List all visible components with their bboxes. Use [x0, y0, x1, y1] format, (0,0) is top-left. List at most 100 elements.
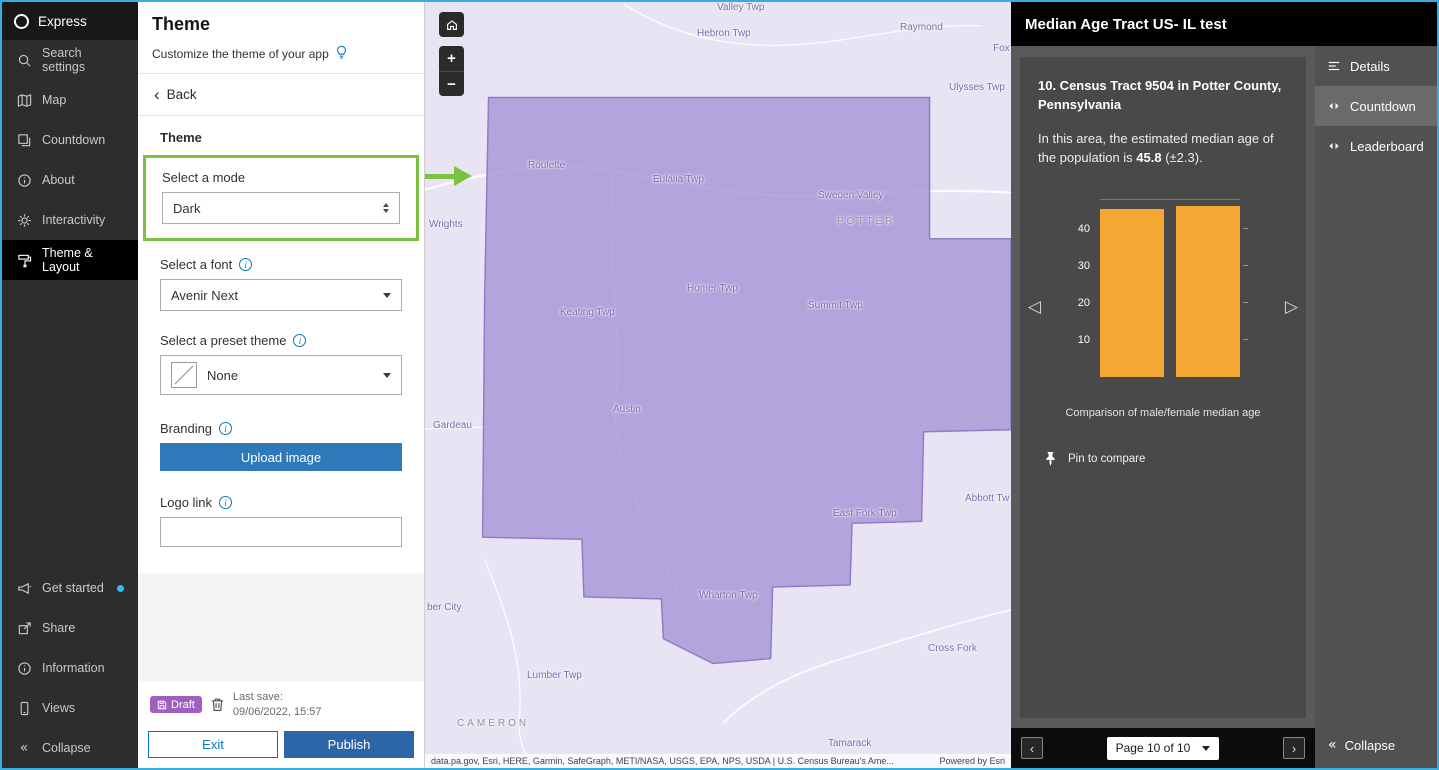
tab-leaderboard[interactable]: Leaderboard — [1315, 126, 1437, 166]
mode-select[interactable]: Dark — [162, 192, 400, 224]
settings-header: Theme Customize the theme of your app — [138, 2, 424, 74]
annotation-arrow-head — [454, 166, 472, 186]
app-title-bar: Median Age Tract US- IL test — [1011, 2, 1437, 46]
sidebar-item-label: Map — [42, 93, 67, 107]
font-label: Select a font — [160, 257, 233, 272]
chart-caption: Comparison of male/female median age — [1065, 407, 1261, 420]
feature-heading: 10. Census Tract 9504 in Potter County, … — [1038, 78, 1282, 112]
zoom-in-button[interactable]: + — [439, 46, 464, 71]
map-place-label: Eulalia Twp — [653, 174, 704, 185]
y-tick-label: 10 — [1077, 334, 1090, 347]
save-icon — [157, 700, 167, 709]
app-preview-panel: Median Age Tract US- IL test 10. Census … — [1011, 2, 1437, 768]
sidebar-item-map[interactable]: Map — [2, 80, 138, 120]
back-button[interactable]: ‹ Back — [138, 74, 424, 116]
previous-page-button[interactable]: ‹ — [1021, 737, 1043, 759]
axis-tick-mark — [1243, 302, 1248, 304]
sidebar-item-views[interactable]: Views — [2, 688, 138, 728]
sidebar-item-share[interactable]: Share — [2, 608, 138, 648]
zoom-out-button[interactable]: − — [439, 71, 464, 96]
info-icon[interactable]: i — [219, 422, 233, 435]
sidebar-item-theme-layout[interactable]: Theme & Layout — [2, 240, 138, 280]
tab-label: Leaderboard — [1350, 138, 1424, 154]
font-selected-value: Avenir Next — [171, 287, 238, 303]
pin-to-compare-button[interactable]: Pin to compare — [1038, 451, 1145, 467]
map-place-label: Raymond — [900, 22, 943, 33]
map-place-label: Gardeau — [433, 420, 472, 431]
axis-tick-mark — [1243, 339, 1248, 341]
page-selector[interactable]: Page 10 of 10 — [1106, 736, 1220, 760]
countdown-main: 10. Census Tract 9504 in Potter County, … — [1011, 46, 1315, 768]
sidebar-item-get-started[interactable]: Get started — [2, 568, 138, 608]
lightbulb-icon — [336, 45, 347, 63]
map-place-label: Lumber Twp — [527, 670, 582, 681]
none-swatch-icon — [171, 362, 197, 388]
map-graphics — [425, 3, 1011, 768]
theme-icon — [16, 252, 32, 268]
font-select[interactable]: Avenir Next — [160, 279, 402, 311]
last-save-text: Last save: 09/06/2022, 15:57 — [232, 691, 322, 718]
map-place-label: ber City — [427, 602, 462, 613]
sidebar-item-search-settings[interactable]: Search settings — [2, 40, 138, 80]
attribution-text: data.pa.gov, Esri, HERE, Garmin, SafeGra… — [431, 756, 894, 766]
sidebar-item-interactivity[interactable]: Interactivity — [2, 200, 138, 240]
search-icon — [16, 52, 32, 68]
settings-body: Theme Select a mode Dark Select a font i… — [138, 116, 424, 683]
y-tick-label: 20 — [1077, 297, 1090, 310]
previous-feature-chevron[interactable]: ◁ — [1028, 297, 1041, 317]
compare-arrows-icon — [1329, 102, 1339, 110]
sidebar-item-countdown[interactable]: Countdown — [2, 120, 138, 160]
info-icon[interactable]: i — [219, 496, 233, 509]
home-button[interactable] — [439, 12, 464, 37]
pagination-bar: ‹ Page 10 of 10 › — [1011, 728, 1315, 768]
collapse-icon: « — [19, 740, 29, 756]
feature-card: 10. Census Tract 9504 in Potter County, … — [1020, 57, 1306, 718]
upload-image-button[interactable]: Upload image — [160, 443, 402, 471]
preview-tabs: Details Countdown Leaderboard « Collapse — [1315, 46, 1437, 768]
tab-details[interactable]: Details — [1315, 46, 1437, 86]
annotation-highlight-box: Select a mode Dark — [143, 155, 419, 241]
sidebar-item-label: Interactivity — [42, 213, 106, 227]
info-icon[interactable]: i — [239, 258, 253, 271]
sidebar-item-about[interactable]: About — [2, 160, 138, 200]
map-place-label: Fox — [993, 43, 1010, 54]
home-icon — [446, 19, 457, 30]
exit-button[interactable]: Exit — [148, 731, 278, 758]
sidebar-item-label: Views — [42, 701, 76, 715]
info-icon[interactable]: i — [293, 334, 307, 347]
map-place-label: East Fork Twp — [833, 508, 897, 519]
sidebar-item-information[interactable]: Information — [2, 648, 138, 688]
map-place-label: Valley Twp — [717, 2, 765, 13]
next-page-button[interactable]: › — [1282, 737, 1305, 759]
map-canvas[interactable]: Valley Twp Hebron Twp Raymond Fox Ulysses Tw… — [425, 2, 1011, 768]
express-logo-icon — [14, 13, 29, 29]
map-place-label: Hebron Twp — [697, 28, 751, 39]
chevron-down-icon — [383, 292, 391, 298]
sidebar-item-label: Countdown — [42, 133, 106, 147]
publish-button[interactable]: Publish — [284, 731, 414, 758]
y-tick-label: 30 — [1077, 260, 1090, 273]
powered-by-esri: Powered by Esri — [939, 756, 1005, 766]
sidebar-item-label: Theme & Layout — [42, 246, 93, 274]
map-place-label: Homer Twp — [687, 283, 738, 294]
logo-link-label: Logo link — [160, 495, 213, 510]
map-place-label: POTTER — [837, 216, 896, 227]
map-place-label: Sweden Valley — [818, 190, 884, 201]
tab-countdown[interactable]: Countdown — [1315, 86, 1437, 126]
stepper-icon — [383, 203, 389, 213]
delete-draft-button[interactable] — [210, 697, 225, 712]
sidebar-item-collapse[interactable]: « Collapse — [2, 728, 138, 768]
section-title: Theme — [160, 130, 202, 145]
map-place-label: Summit Twp — [808, 300, 863, 311]
preset-theme-select[interactable]: None — [160, 355, 402, 395]
chevron-left-icon: ‹ — [154, 85, 160, 104]
census-tract-polygon[interactable] — [481, 96, 1011, 665]
theme-form: Theme Select a mode Dark Select a font i… — [138, 116, 424, 573]
map-place-label: CAMERON — [457, 718, 530, 729]
device-icon — [16, 700, 32, 716]
theme-settings-panel: Theme Customize the theme of your app ‹ … — [138, 2, 425, 768]
collapse-panel-button[interactable]: « Collapse — [1315, 722, 1437, 768]
next-feature-chevron[interactable]: ▷ — [1285, 297, 1298, 317]
logo-link-input[interactable] — [160, 517, 402, 547]
